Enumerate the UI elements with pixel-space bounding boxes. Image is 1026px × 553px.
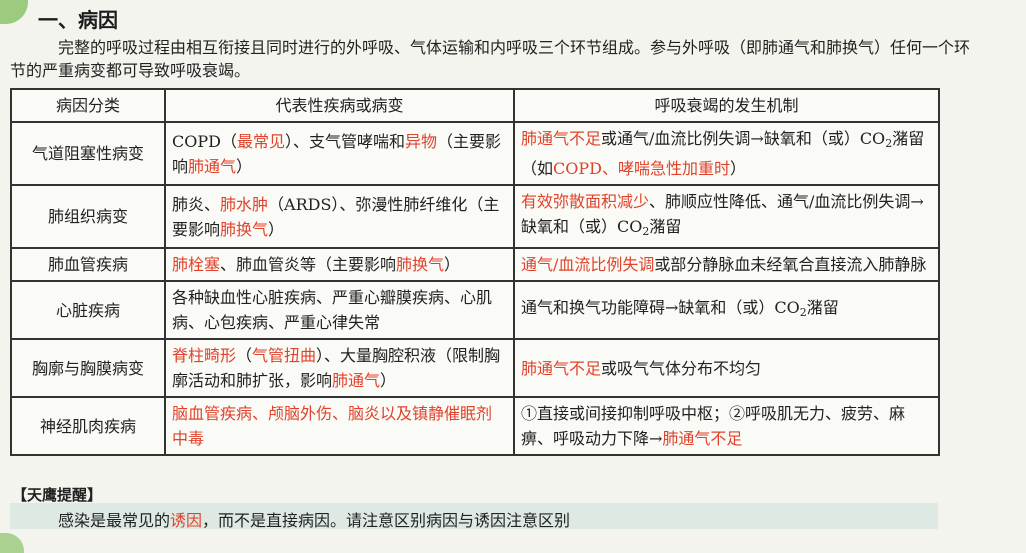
highlight-text: 肺通气不足 xyxy=(662,429,743,448)
highlight-text: 肺栓塞 xyxy=(172,255,221,274)
mechanism-cell: 有效弥散面积减少、肺顺应性降低、通气/血流比例失调→缺氧和（或）CO2潴留 xyxy=(513,184,940,249)
text-segment: ）、支气管哮喘和 xyxy=(284,131,405,151)
text-segment: ） xyxy=(236,156,253,176)
text-segment: 或通气/血流比例失调→缺氧和（或）CO xyxy=(601,129,886,148)
category-cell: 肺血管疾病 xyxy=(10,247,166,282)
header-category: 病因分类 xyxy=(10,88,166,123)
text-segment: 或吸气气体分布不均匀 xyxy=(601,358,762,378)
table-row: 胸廓与胸膜病变 脊柱畸形（气管扭曲）、大量胸腔积液（限制胸廓活动和肺扩张，影响肺通… xyxy=(10,338,940,398)
highlight-text: 异物 xyxy=(405,131,438,151)
category-cell: 胸廓与胸膜病变 xyxy=(10,338,166,398)
intro-paragraph: 完整的呼吸过程由相互衔接且同时进行的外呼吸、气体运输和内呼吸三个环节组成。参与外… xyxy=(10,38,971,80)
highlight-text: 气管扭曲 xyxy=(252,346,317,365)
text-segment: ） xyxy=(268,219,285,239)
highlight-text: 最常见 xyxy=(236,131,285,151)
category-cell: 肺组织病变 xyxy=(10,184,166,249)
header-disease: 代表性疾病或病变 xyxy=(164,88,515,123)
highlight-text: 诱因 xyxy=(170,511,203,530)
text-segment: COPD（ xyxy=(172,131,237,151)
text-segment: 感染是最常见的 xyxy=(58,511,171,530)
disease-cell: COPD（最常见）、支气管哮喘和异物（主要影响肺通气） xyxy=(164,121,515,186)
text-segment: 潴留 xyxy=(806,298,839,317)
highlight-text: 脑血管疾病、颅脑外伤、脑炎以及镇静催眠剂中毒 xyxy=(172,404,493,448)
text-segment: ） xyxy=(444,255,461,274)
table-row: 心脏疾病 各种缺血性心脏疾病、严重心瓣膜疾病、心肌病、心包疾病、严重心律失常 通气和… xyxy=(10,280,940,340)
table-row: 肺组织病变 肺炎、肺水肿（ARDS）、弥漫性肺纤维化（主要影响肺换气） 有效弥散面积… xyxy=(10,184,940,249)
table-row: 神经肌肉疾病 脑血管疾病、颅脑外伤、脑炎以及镇静催眠剂中毒 ①直接或间接抑制呼吸中枢… xyxy=(10,396,940,456)
mechanism-cell: 肺通气不足或通气/血流比例失调→缺氧和（或）CO2潴留（如COPD、哮喘急性加重… xyxy=(513,121,940,186)
highlight-text: 肺水肿 xyxy=(220,194,269,214)
text-segment: 潴留 xyxy=(649,217,682,236)
highlight-text: 通气/血流比例失调 xyxy=(521,255,655,274)
highlight-text: 肺通气 xyxy=(188,156,237,176)
table-header-row: 病因分类 代表性疾病或病变 呼吸衰竭的发生机制 xyxy=(10,88,940,123)
highlight-text: 肺换气 xyxy=(396,255,445,274)
section-heading: 一、病因 xyxy=(38,8,118,32)
highlight-text: 肺通气不足 xyxy=(521,358,602,378)
subscript-text: 2 xyxy=(799,306,807,319)
highlight-text: COPD、哮喘急性加重时 xyxy=(553,159,730,178)
text-segment: （ xyxy=(236,346,253,365)
disease-cell: 肺栓塞、肺血管炎等（主要影响肺换气） xyxy=(164,247,515,282)
leaf-decoration-icon xyxy=(0,0,28,24)
text-segment: ，而不是直接病因。请注意区别病因与诱因注意区别 xyxy=(202,511,571,530)
highlight-text: 肺换气 xyxy=(220,219,269,239)
disease-cell: 脑血管疾病、颅脑外伤、脑炎以及镇静催眠剂中毒 xyxy=(164,396,515,456)
highlight-text: 肺通气不足 xyxy=(521,129,602,148)
text-segment: 各种缺血性心脏疾病、严重心瓣膜疾病、心肌病、心包疾病、严重心律失常 xyxy=(172,288,493,332)
tip-title: 【天鹰提醒】 xyxy=(12,486,103,504)
mechanism-cell: 通气/血流比例失调或部分静脉血未经氧合直接流入肺静脉 xyxy=(513,247,940,282)
category-cell: 神经肌肉疾病 xyxy=(10,396,166,456)
mechanism-cell: ①直接或间接抑制呼吸中枢；②呼吸肌无力、疲劳、麻痹、呼吸动力下降→肺通气不足 xyxy=(513,396,940,456)
etiology-table: 病因分类 代表性疾病或病变 呼吸衰竭的发生机制 气道阻塞性病变 COPD（最常见）… xyxy=(10,88,940,456)
highlight-text: 脊柱畸形 xyxy=(172,346,237,365)
text-segment: 、肺血管炎等（主要影响 xyxy=(220,255,397,274)
text-segment: 通气和换气功能障碍→缺氧和（或）CO xyxy=(521,298,800,317)
tip-text: 感染是最常见的诱因，而不是直接病因。请注意区别病因与诱因注意区别 xyxy=(58,507,570,531)
text-segment: ） xyxy=(729,159,746,178)
table-row: 肺血管疾病 肺栓塞、肺血管炎等（主要影响肺换气） 通气/血流比例失调或部分静脉血未经… xyxy=(10,247,940,282)
category-cell: 心脏疾病 xyxy=(10,280,166,340)
mechanism-cell: 肺通气不足或吸气气体分布不均匀 xyxy=(513,338,940,398)
text-segment: 或部分静脉血未经氧合直接流入肺静脉 xyxy=(654,255,927,274)
disease-cell: 脊柱畸形（气管扭曲）、大量胸腔积液（限制胸廓活动和肺扩张，影响肺通气） xyxy=(164,338,515,398)
highlight-text: 有效弥散面积减少 xyxy=(521,192,650,211)
leaf-decoration-bottom-icon xyxy=(0,533,24,553)
category-cell: 气道阻塞性病变 xyxy=(10,121,166,186)
text-segment: 肺炎、 xyxy=(172,194,221,214)
text-segment: ） xyxy=(380,371,397,390)
header-mechanism: 呼吸衰竭的发生机制 xyxy=(513,88,940,123)
table-body: 气道阻塞性病变 COPD（最常见）、支气管哮喘和异物（主要影响肺通气） 肺通气不足或… xyxy=(10,121,940,456)
disease-cell: 肺炎、肺水肿（ARDS）、弥漫性肺纤维化（主要影响肺换气） xyxy=(164,184,515,249)
mechanism-cell: 通气和换气功能障碍→缺氧和（或）CO2潴留 xyxy=(513,280,940,340)
table-row: 气道阻塞性病变 COPD（最常见）、支气管哮喘和异物（主要影响肺通气） 肺通气不足或… xyxy=(10,121,940,186)
highlight-text: 肺通气 xyxy=(332,371,381,390)
disease-cell: 各种缺血性心脏疾病、严重心瓣膜疾病、心肌病、心包疾病、严重心律失常 xyxy=(164,280,515,340)
